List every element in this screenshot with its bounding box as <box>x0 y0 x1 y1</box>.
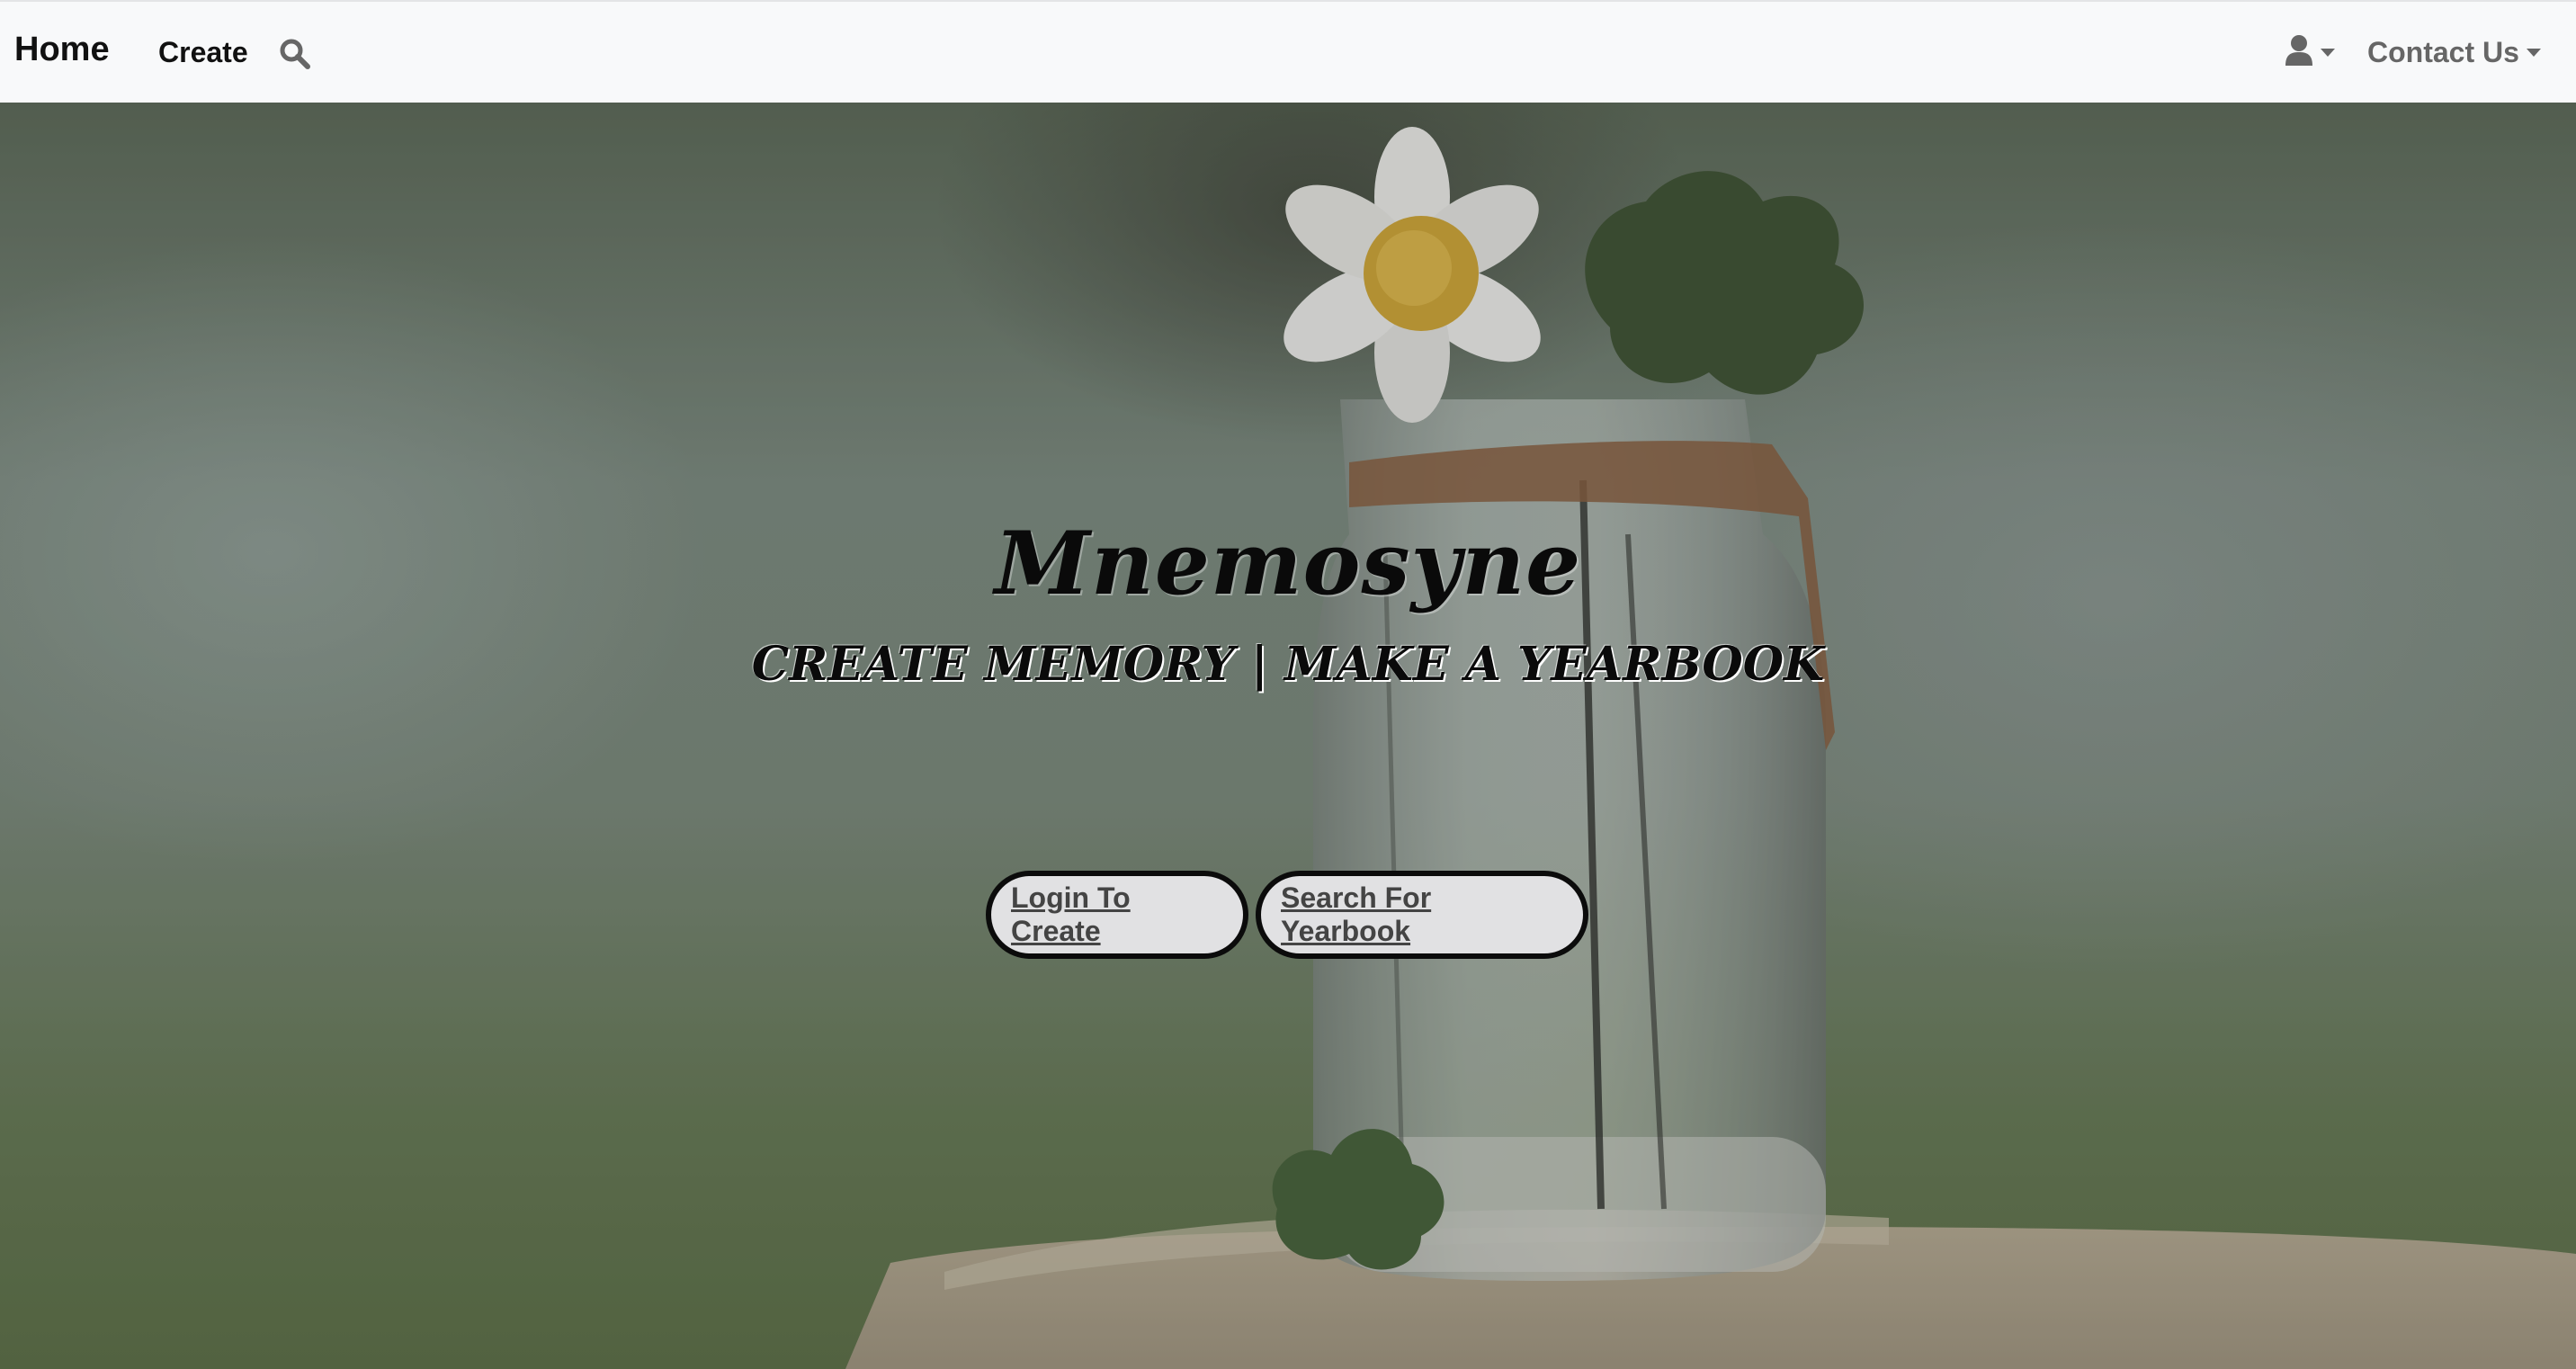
site-title: Mnemosyne <box>994 513 1582 614</box>
contact-us-dropdown[interactable]: Contact Us <box>2367 36 2541 69</box>
login-to-create-button[interactable]: Login To Create <box>986 871 1248 959</box>
contact-us-label: Contact Us <box>2367 36 2519 68</box>
chevron-down-icon <box>2526 49 2541 57</box>
hero-actions: Login To Create Search For Yearbook <box>986 871 1588 959</box>
home-link[interactable]: Home <box>14 31 110 69</box>
top-navbar: Home Create Contact Us <box>0 0 2576 103</box>
search-icon[interactable] <box>279 38 311 70</box>
user-icon <box>2285 34 2313 71</box>
chevron-down-icon <box>2321 49 2335 57</box>
site-tagline: CREATE MEMORY | MAKE A YEARBOOK <box>751 637 1825 692</box>
create-link[interactable]: Create <box>158 36 248 69</box>
hero-section: Mnemosyne CREATE MEMORY | MAKE A YEARBOO… <box>0 103 2576 1369</box>
hero-overlay <box>0 103 2576 1369</box>
search-for-yearbook-button[interactable]: Search For Yearbook <box>1256 871 1588 959</box>
user-menu-dropdown[interactable] <box>2285 34 2335 71</box>
